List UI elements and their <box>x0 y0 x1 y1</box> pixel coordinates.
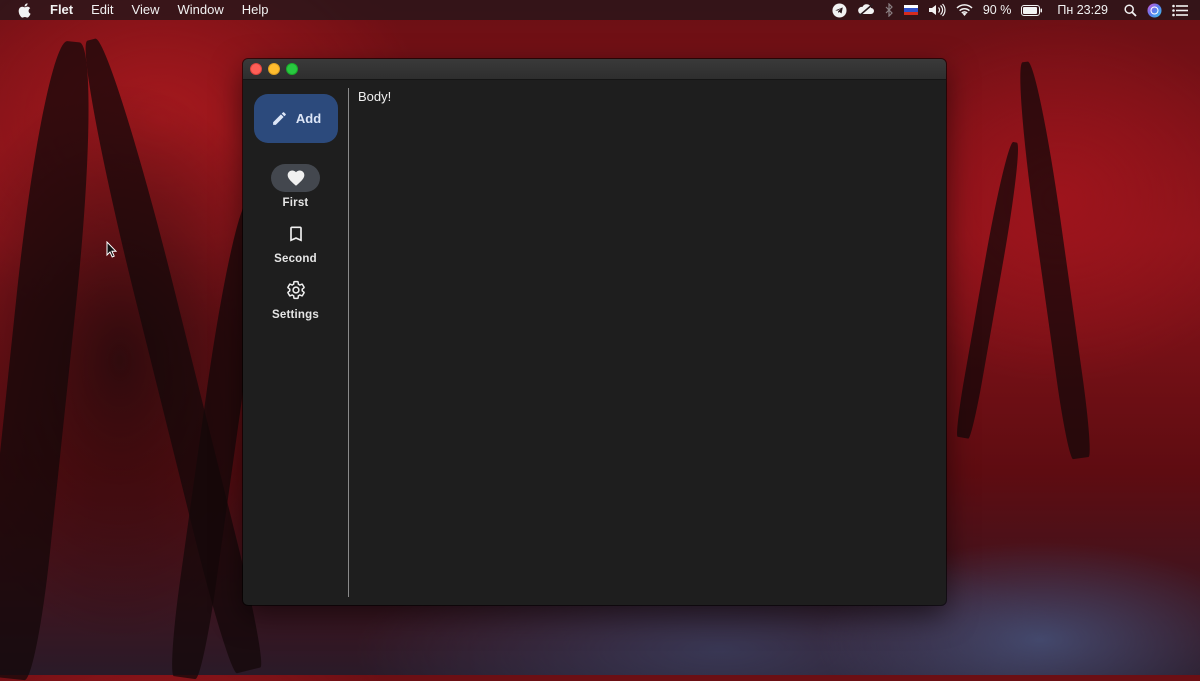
rail-item-indicator <box>271 220 320 248</box>
menu-help[interactable]: Help <box>233 0 278 20</box>
rail-item-label: First <box>282 197 309 209</box>
rail-item-indicator <box>271 276 320 304</box>
menu-bar: Flet Edit View Window Help 90 % Пн 23:29 <box>0 0 1200 20</box>
russian-flag-icon[interactable] <box>903 0 918 20</box>
rail-item-first[interactable]: First <box>243 164 348 209</box>
spotlight-icon[interactable] <box>1124 0 1137 20</box>
add-button-label: Add <box>295 111 322 126</box>
menu-window[interactable]: Window <box>168 0 232 20</box>
rail-item-indicator <box>271 164 320 192</box>
wallpaper-tree <box>0 38 104 681</box>
window-content: Add First Second Settings Body! <box>243 80 946 605</box>
add-button[interactable]: Add <box>254 94 338 143</box>
notification-center-icon[interactable] <box>1172 0 1188 20</box>
navigation-rail: Add First Second Settings <box>243 80 348 605</box>
telegram-icon[interactable] <box>832 0 847 20</box>
pencil-icon <box>271 110 288 127</box>
menu-edit[interactable]: Edit <box>82 0 122 20</box>
title-bar[interactable] <box>243 59 946 80</box>
apple-icon[interactable] <box>17 2 31 18</box>
rail-item-second[interactable]: Second <box>243 220 348 265</box>
minimize-button[interactable] <box>268 63 280 75</box>
rail-item-settings[interactable]: Settings <box>243 276 348 321</box>
menu-view[interactable]: View <box>123 0 169 20</box>
rail-item-label: Second <box>274 253 317 265</box>
bluetooth-icon[interactable] <box>885 0 894 20</box>
close-button[interactable] <box>250 63 262 75</box>
battery-icon[interactable] <box>1021 0 1043 20</box>
body-text: Body! <box>358 89 392 104</box>
vertical-divider <box>348 88 349 597</box>
cloud-icon[interactable] <box>857 0 875 20</box>
wifi-icon[interactable] <box>956 0 973 20</box>
battery-percent: 90 % <box>982 3 1012 17</box>
heart-icon <box>286 168 306 188</box>
bookmark-icon <box>286 224 306 244</box>
maximize-button[interactable] <box>286 63 298 75</box>
mouse-cursor-icon <box>106 240 118 263</box>
app-window: Add First Second Settings Body! <box>243 59 946 605</box>
wallpaper-tree <box>1012 60 1094 460</box>
gear-icon <box>286 280 306 300</box>
volume-icon[interactable] <box>928 0 946 20</box>
menu-app-name[interactable]: Flet <box>41 0 82 20</box>
clock[interactable]: Пн 23:29 <box>1057 0 1108 20</box>
siri-icon[interactable] <box>1147 0 1162 20</box>
wallpaper-tree <box>954 140 1024 440</box>
rail-item-label: Settings <box>272 309 319 321</box>
